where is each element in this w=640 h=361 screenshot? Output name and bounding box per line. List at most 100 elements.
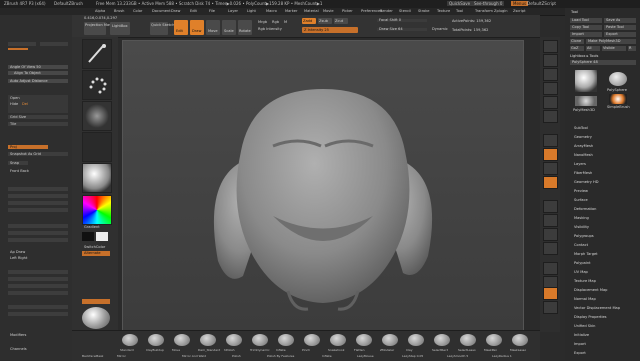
- brush-flatten[interactable]: [356, 334, 372, 346]
- section-nanomesh[interactable]: NanoMesh: [574, 153, 593, 157]
- menu-transform[interactable]: Transform: [475, 9, 493, 13]
- tool-header[interactable]: Tool: [571, 10, 578, 14]
- mask-button[interactable]: [8, 42, 36, 46]
- menu-stroke[interactable]: Stroke: [418, 9, 429, 13]
- brush-selectrect[interactable]: [434, 334, 450, 346]
- menu-marker[interactable]: Marker: [285, 9, 297, 13]
- menu-draw[interactable]: Draw: [171, 9, 180, 13]
- zoom-icon[interactable]: [543, 82, 558, 95]
- solo-icon[interactable]: [543, 287, 558, 300]
- move-button[interactable]: Move: [206, 20, 220, 35]
- section-deformation[interactable]: Deformation: [574, 207, 596, 211]
- document-canvas[interactable]: [122, 40, 524, 332]
- alternate-button[interactable]: Alternate: [82, 251, 110, 256]
- dynamic-button[interactable]: Dynamic: [432, 27, 448, 31]
- scale-view-icon[interactable]: [543, 228, 558, 241]
- lightbox-button[interactable]: LightBox: [110, 22, 130, 35]
- brush-clay[interactable]: [408, 334, 424, 346]
- lazystep-button[interactable]: LazyStep 0.05: [402, 354, 423, 358]
- current-tool-slider[interactable]: PolySphere 48: [570, 60, 636, 65]
- lr-size-slider[interactable]: [8, 312, 68, 316]
- lazysmooth-button[interactable]: LazySmooth 5: [447, 354, 468, 358]
- tile-size-slider[interactable]: [8, 238, 68, 242]
- m-button[interactable]: M: [284, 20, 287, 24]
- menus-toggle[interactable]: Menus: [511, 1, 529, 6]
- section-polygroups[interactable]: Polygroups: [574, 234, 594, 238]
- move-view-icon[interactable]: [543, 214, 558, 227]
- channels-header[interactable]: Channels: [8, 347, 68, 351]
- section-masking[interactable]: Masking: [574, 216, 589, 220]
- section-export[interactable]: Export: [574, 351, 586, 355]
- section-uv-map[interactable]: UV Map: [574, 270, 588, 274]
- draw-size-slider[interactable]: Draw Size 64: [377, 27, 427, 31]
- brush-snakehook[interactable]: [330, 334, 346, 346]
- r-button[interactable]: R: [628, 46, 636, 51]
- zcut-button[interactable]: Zcut: [334, 18, 348, 24]
- brush-claybuildup[interactable]: [148, 334, 164, 346]
- section-morph-target[interactable]: Morph Target: [574, 252, 598, 256]
- section-normal-map[interactable]: Normal Map: [574, 297, 596, 301]
- section-visibility[interactable]: Visibility: [574, 225, 589, 229]
- menu-preferences[interactable]: Preferences: [361, 9, 382, 13]
- x-slider[interactable]: [8, 194, 68, 198]
- lr-tile-slider[interactable]: [8, 270, 68, 274]
- brush-move[interactable]: [174, 334, 190, 346]
- rgb-intensity-slider[interactable]: Rgb Intensity: [258, 27, 282, 31]
- menu-layer[interactable]: Layer: [228, 9, 238, 13]
- draw-button[interactable]: Draw: [190, 20, 204, 35]
- menu-picker[interactable]: Picker: [342, 9, 353, 13]
- secondary-color-swatch[interactable]: [96, 232, 108, 241]
- menu-color[interactable]: Color: [133, 9, 142, 13]
- export-button[interactable]: Export: [604, 32, 636, 37]
- section-fibermesh[interactable]: FiberMesh: [574, 171, 592, 175]
- default-script[interactable]: DefaultZScript: [527, 1, 556, 6]
- quicksave-button[interactable]: QuickSave: [447, 1, 473, 6]
- auto-adjust-distance-button[interactable]: Auto Adjust Distance: [8, 79, 68, 83]
- tile-proportional-slider[interactable]: [8, 187, 68, 191]
- lr-x-slider[interactable]: [8, 277, 68, 281]
- modifiers-header[interactable]: Modifiers: [8, 333, 68, 337]
- backface-button[interactable]: BackfaceMask: [82, 354, 103, 358]
- visible-button[interactable]: Visible: [602, 46, 626, 51]
- menu-edit[interactable]: Edit: [190, 9, 197, 13]
- section-unified-skin[interactable]: Unified Skin: [574, 324, 595, 328]
- brush-maskpen[interactable]: [486, 334, 502, 346]
- rotate-button[interactable]: Rotate: [238, 20, 252, 35]
- quick-sketch-button[interactable]: Quick Sketch: [150, 22, 174, 35]
- lazyradius-button[interactable]: LazyRadius 1: [492, 354, 512, 358]
- section-contact[interactable]: Contact: [574, 243, 588, 247]
- zsub-button[interactable]: Zsub: [318, 18, 332, 24]
- menu-light[interactable]: Light: [247, 9, 256, 13]
- menu-texture[interactable]: Texture: [437, 9, 450, 13]
- brush-standard[interactable]: [122, 334, 138, 346]
- vertical-offset-slider[interactable]: [8, 231, 68, 235]
- material-thumbnail[interactable]: [82, 163, 112, 193]
- ap-draw-button[interactable]: Ap Draw: [8, 250, 36, 254]
- make-polymesh-button[interactable]: Make PolyMesh3D: [586, 39, 636, 44]
- lazymouse-button[interactable]: LazyMouse: [357, 354, 374, 358]
- snapshot-as-grid-button[interactable]: Snapshot As Grid: [8, 152, 68, 156]
- section-initialize[interactable]: Initialize: [574, 333, 589, 337]
- brush-selectlasso[interactable]: [460, 334, 476, 346]
- section-subtool[interactable]: SubTool: [574, 126, 588, 130]
- horizontal-offset-slider[interactable]: [8, 224, 68, 228]
- y-slider[interactable]: [8, 201, 68, 205]
- polymesh3d-thumbnail[interactable]: [575, 96, 597, 106]
- main-color-swatch[interactable]: [82, 232, 94, 241]
- lightbox-tools-button[interactable]: Lightbox ▸ Tools: [570, 54, 598, 58]
- snap-button[interactable]: Snap: [8, 161, 28, 165]
- polish-button[interactable]: Polish: [232, 354, 241, 358]
- persp-icon[interactable]: [543, 134, 558, 147]
- smt-button[interactable]: [40, 42, 68, 46]
- xyz-icon[interactable]: [543, 176, 558, 189]
- linefill-icon[interactable]: [543, 262, 558, 275]
- current-tool-thumbnail[interactable]: [575, 70, 597, 92]
- lr-y-slider[interactable]: [8, 284, 68, 288]
- rotate-view-icon[interactable]: [543, 242, 558, 255]
- menu-alpha[interactable]: Alpha: [95, 9, 105, 13]
- section-display-properties[interactable]: Display Properties: [574, 315, 607, 319]
- focal-shift-slider[interactable]: Focal Shift 0: [377, 18, 427, 22]
- menu-material[interactable]: Material: [304, 9, 319, 13]
- bpr-icon[interactable]: [543, 40, 558, 53]
- menu-macro[interactable]: Macro: [266, 9, 277, 13]
